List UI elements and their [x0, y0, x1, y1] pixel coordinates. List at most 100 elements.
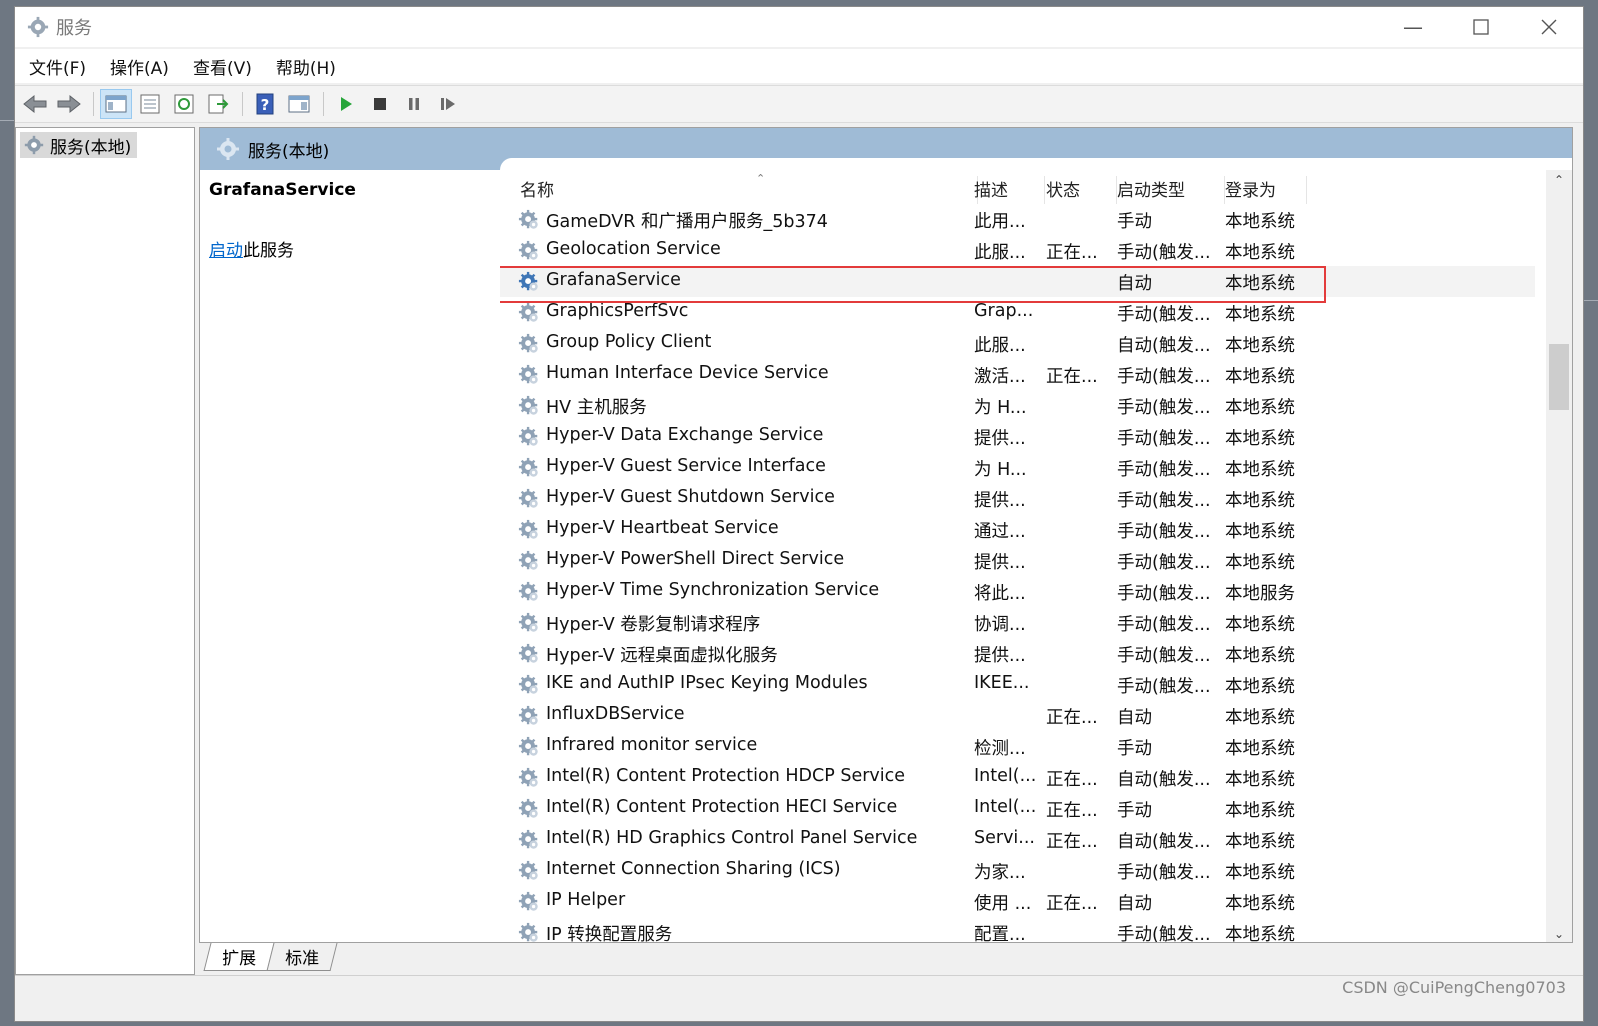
- refresh-button[interactable]: [168, 89, 200, 119]
- column-header-name[interactable]: ⌃ 名称: [520, 172, 978, 204]
- cell-name: HV 主机服务: [546, 398, 647, 418]
- cell-name: Infrared monitor service: [546, 735, 758, 755]
- table-row[interactable]: Group Policy Client 此服... 自动(触发... 本地系统: [500, 328, 1535, 359]
- table-row[interactable]: Intel(R) Content Protection HDCP Service…: [500, 762, 1535, 793]
- cell-name: Geolocation Service: [546, 239, 721, 259]
- vertical-scrollbar[interactable]: ⌃ ⌄: [1546, 170, 1572, 942]
- pause-service-button[interactable]: [398, 89, 430, 119]
- pause-service-icon: [409, 98, 419, 110]
- refresh-icon: [174, 94, 194, 114]
- title-bar[interactable]: 服务 —: [15, 7, 1583, 47]
- table-row[interactable]: IP Helper 使用 ... 正在... 自动 本地系统: [500, 886, 1535, 917]
- table-row[interactable]: Infrared monitor service 检测... 手动 本地系统: [500, 731, 1535, 762]
- column-header-status[interactable]: 状态: [1046, 176, 1117, 204]
- table-row[interactable]: Hyper-V Time Synchronization Service 将此..…: [500, 576, 1535, 607]
- pane-header-title: 服务(本地): [248, 141, 330, 162]
- scroll-down-arrow-icon[interactable]: ⌄: [1546, 924, 1572, 942]
- menu-file[interactable]: 文件(F): [29, 54, 86, 79]
- maximize-button[interactable]: [1447, 7, 1515, 47]
- table-row[interactable]: Hyper-V Heartbeat Service 通过... 手动(触发... 本地…: [500, 514, 1535, 545]
- service-gear-icon: [518, 643, 538, 663]
- cell-name: Hyper-V 远程桌面虚拟化服务: [546, 646, 778, 666]
- column-header-description[interactable]: 描述: [974, 176, 1045, 204]
- cell-startup-type: 手动(触发...: [1117, 522, 1211, 542]
- properties-button[interactable]: [134, 89, 166, 119]
- table-row[interactable]: Hyper-V PowerShell Direct Service 提供... 手动…: [500, 545, 1535, 576]
- cell-startup-type: 自动(触发...: [1117, 770, 1211, 790]
- export-list-button[interactable]: [202, 89, 234, 119]
- minimize-button[interactable]: —: [1379, 7, 1447, 47]
- start-service-link[interactable]: 启动: [209, 241, 243, 261]
- cell-description: 为 H...: [974, 460, 1027, 480]
- table-row[interactable]: HV 主机服务 为 H... 手动(触发... 本地系统: [500, 390, 1535, 421]
- table-row[interactable]: Intel(R) Content Protection HECI Service…: [500, 793, 1535, 824]
- tab-standard[interactable]: 标准: [266, 943, 338, 971]
- scrollbar-thumb[interactable]: [1549, 344, 1569, 410]
- cell-log-on-as: 本地系统: [1225, 460, 1295, 480]
- cell-name: Hyper-V Time Synchronization Service: [546, 580, 880, 600]
- stop-service-button[interactable]: [364, 89, 396, 119]
- cell-log-on-as: 本地系统: [1225, 832, 1295, 852]
- cell-startup-type: 手动(触发...: [1117, 615, 1211, 635]
- column-header-startup-type[interactable]: 启动类型: [1117, 176, 1225, 204]
- start-service-button[interactable]: [330, 89, 362, 119]
- service-gear-icon: [518, 519, 538, 539]
- cell-description: 通过...: [974, 522, 1026, 542]
- cell-startup-type: 手动(触发...: [1117, 429, 1211, 449]
- service-gear-icon: [518, 736, 538, 756]
- close-icon: [1541, 19, 1557, 35]
- back-button[interactable]: [19, 89, 51, 119]
- cell-description: IKEE...: [974, 673, 1030, 693]
- tree-item-services-local[interactable]: 服务(本地): [20, 132, 138, 158]
- table-row[interactable]: Hyper-V Data Exchange Service 提供... 手动(触发.…: [500, 421, 1535, 452]
- start-service-suffix: 此服务: [243, 241, 294, 261]
- cell-name: IKE and AuthIP IPsec Keying Modules: [546, 673, 868, 693]
- scroll-up-arrow-icon[interactable]: ⌃: [1546, 170, 1572, 190]
- resume-service-button[interactable]: [432, 89, 464, 119]
- table-row[interactable]: Human Interface Device Service 激活... 正在...…: [500, 359, 1535, 390]
- column-header-log-on-as[interactable]: 登录为: [1225, 176, 1307, 204]
- table-row[interactable]: Hyper-V Guest Shutdown Service 提供... 手动(触发…: [500, 483, 1535, 514]
- table-row[interactable]: GameDVR 和广播用户服务_5b374 此用... 手动 本地系统: [500, 204, 1535, 235]
- cell-startup-type: 手动: [1117, 739, 1152, 759]
- cell-name: IP 转换配置服务: [546, 925, 673, 943]
- cell-startup-type: 手动(触发...: [1117, 925, 1211, 943]
- forward-icon: [57, 94, 81, 114]
- cell-description: 提供...: [974, 646, 1026, 666]
- cell-startup-type: 手动(触发...: [1117, 367, 1211, 387]
- show-tree-button[interactable]: [100, 89, 132, 119]
- cell-description: 配置...: [974, 925, 1026, 943]
- cell-status: 正在...: [1046, 894, 1098, 914]
- help-button[interactable]: ?: [249, 89, 281, 119]
- tab-label: 扩展: [222, 949, 257, 969]
- cell-log-on-as: 本地系统: [1225, 553, 1295, 573]
- table-row[interactable]: Hyper-V Guest Service Interface 为 H... 手动(…: [500, 452, 1535, 483]
- cell-name: Human Interface Device Service: [546, 363, 829, 383]
- menu-help[interactable]: 帮助(H): [276, 54, 336, 79]
- menu-action[interactable]: 操作(A): [110, 54, 169, 79]
- console-tree-button[interactable]: [283, 89, 315, 119]
- table-row[interactable]: Intel(R) HD Graphics Control Panel Servi…: [500, 824, 1535, 855]
- forward-button[interactable]: [53, 89, 85, 119]
- service-gear-icon: [518, 457, 538, 477]
- column-header-label: 状态: [1046, 181, 1080, 201]
- cell-startup-type: 自动: [1117, 274, 1152, 294]
- cell-name: Intel(R) HD Graphics Control Panel Servi…: [546, 828, 918, 848]
- table-row[interactable]: GraphicsPerfSvc Grap... 手动(触发... 本地系统: [500, 297, 1535, 328]
- table-row[interactable]: GrafanaService 自动 本地系统: [500, 266, 1535, 297]
- table-row[interactable]: Hyper-V 远程桌面虚拟化服务 提供... 手动(触发... 本地系统: [500, 638, 1535, 669]
- table-row[interactable]: IKE and AuthIP IPsec Keying Modules IKEE.…: [500, 669, 1535, 700]
- table-row[interactable]: IP 转换配置服务 配置... 手动(触发... 本地系统: [500, 917, 1535, 943]
- table-row[interactable]: Internet Connection Sharing (ICS) 为家... 手动…: [500, 855, 1535, 886]
- menu-view[interactable]: 查看(V): [193, 54, 252, 79]
- cell-name: Internet Connection Sharing (ICS): [546, 859, 841, 879]
- tab-extended[interactable]: 扩展: [203, 943, 275, 971]
- cell-startup-type: 手动(触发...: [1117, 584, 1211, 604]
- table-row[interactable]: Geolocation Service 此服... 正在... 手动(触发... 本地系…: [500, 235, 1535, 266]
- menu-bar: 文件(F) 操作(A) 查看(V) 帮助(H): [15, 49, 1583, 83]
- table-row[interactable]: InfluxDBService 正在... 自动 本地系统: [500, 700, 1535, 731]
- table-row[interactable]: Hyper-V 卷影复制请求程序 协调... 手动(触发... 本地系统: [500, 607, 1535, 638]
- cell-name: GameDVR 和广播用户服务_5b374: [546, 212, 828, 232]
- close-button[interactable]: [1515, 7, 1583, 47]
- cell-startup-type: 自动(触发...: [1117, 336, 1211, 356]
